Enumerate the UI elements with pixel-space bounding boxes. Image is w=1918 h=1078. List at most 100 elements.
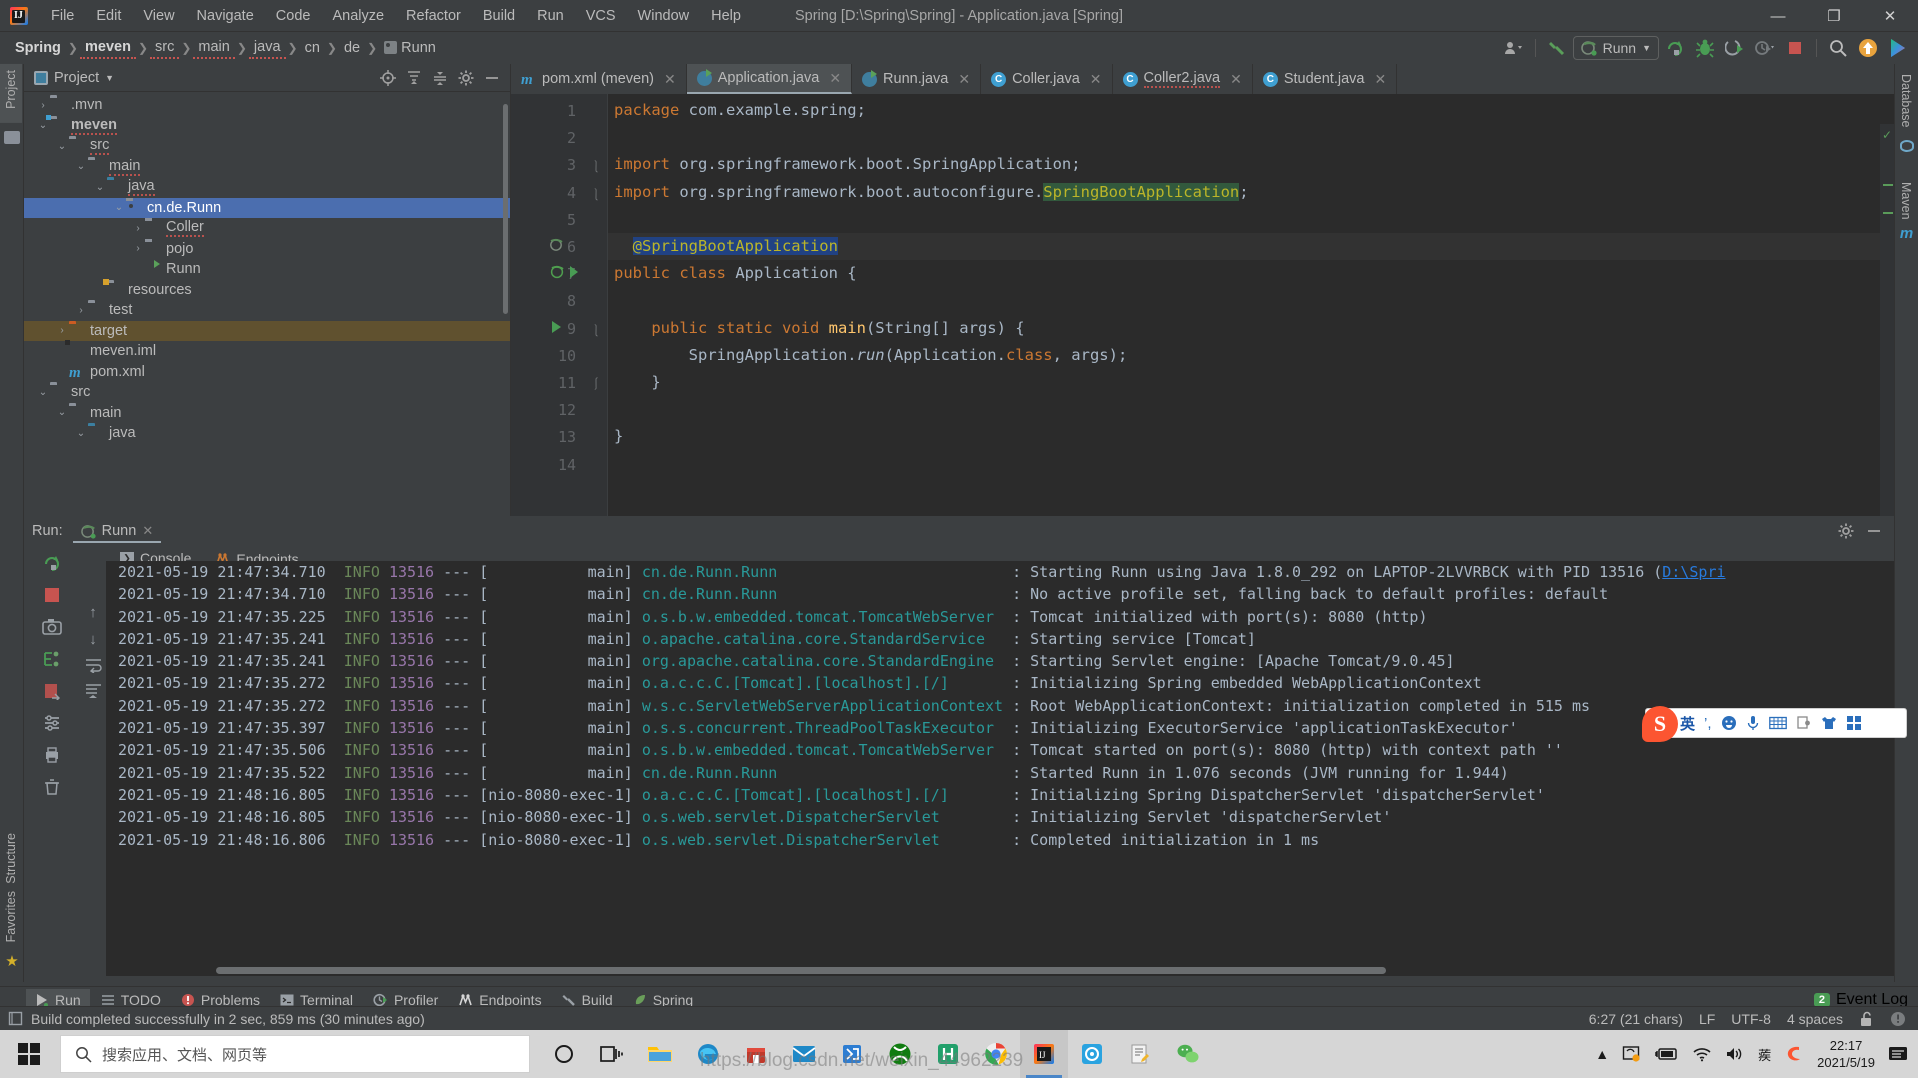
editor-tab-coller2-java[interactable]: CColler2.java✕	[1113, 64, 1253, 94]
chevron-up-icon[interactable]: ▲	[1595, 1046, 1609, 1062]
menu-edit[interactable]: Edit	[85, 4, 132, 28]
profiler-icon[interactable]	[1751, 35, 1779, 61]
tree-node-resources[interactable]: resources	[24, 280, 510, 301]
breadcrumb-item-src[interactable]: src	[150, 37, 179, 59]
menu-build[interactable]: Build	[472, 4, 526, 28]
menu-help[interactable]: Help	[700, 4, 752, 28]
tree-expand-arrow[interactable]: ›	[131, 223, 145, 234]
keyboard-icon[interactable]	[1769, 716, 1787, 730]
menu-file[interactable]: File	[40, 4, 85, 28]
taskbar-search-input[interactable]: 搜索应用、文档、网页等	[60, 1035, 530, 1073]
tree-node-java[interactable]: ⌄java	[24, 423, 510, 444]
editor-tab-application-java[interactable]: Application.java✕	[687, 64, 852, 94]
run-class-gutter-icon[interactable]	[549, 264, 579, 280]
breadcrumb-item-runn[interactable]: Runn	[379, 38, 441, 58]
search-everywhere-icon[interactable]	[1824, 35, 1852, 61]
project-tree[interactable]: ›.mvn⌄meven⌄src⌄main⌄java⌄cn.de.Runn›Col…	[24, 93, 510, 516]
stripe-item-favorites[interactable]: Favorites	[0, 885, 22, 948]
close-icon[interactable]: ✕	[958, 71, 970, 88]
tree-node-main[interactable]: ⌄main	[24, 157, 510, 178]
tree-node-cn-de-runn[interactable]: ⌄cn.de.Runn	[24, 198, 510, 219]
build-hammer-icon[interactable]	[1543, 35, 1571, 61]
maximize-button[interactable]: ❐	[1806, 0, 1862, 32]
breadcrumb-item-project[interactable]: Spring	[10, 38, 66, 58]
tree-expand-arrow[interactable]: ⌄	[36, 387, 50, 398]
huawei-icon[interactable]	[924, 1030, 972, 1078]
run-configuration-selector[interactable]: Runn ▼	[1573, 36, 1659, 60]
menu-view[interactable]: View	[132, 4, 185, 28]
skin-icon[interactable]	[1821, 715, 1837, 731]
fold-region-end[interactable]: ⎰	[590, 375, 602, 392]
tree-expand-arrow[interactable]: ⌄	[74, 428, 88, 439]
code-editor[interactable]: 1234567891011121314 ⎱⎱⎱⎰ package com.exa…	[511, 94, 1894, 516]
tree-node-runn[interactable]: Runn	[24, 259, 510, 280]
scroll-down-icon[interactable]: ↓	[89, 631, 97, 648]
print-icon[interactable]	[38, 742, 66, 768]
code-content[interactable]: package com.example.spring; import org.s…	[608, 94, 1894, 516]
close-icon[interactable]: ✕	[1230, 71, 1242, 88]
wechat-icon[interactable]	[1164, 1030, 1212, 1078]
minimize-button[interactable]: —	[1750, 0, 1806, 32]
close-icon[interactable]: ✕	[1090, 71, 1102, 88]
menu-run[interactable]: Run	[526, 4, 575, 28]
stripe-item-structure[interactable]: Structure	[0, 827, 22, 890]
project-tree-scrollbar[interactable]	[503, 104, 508, 314]
hide-panel-icon[interactable]	[480, 67, 504, 89]
start-button[interactable]	[0, 1030, 58, 1078]
sogou-logo-icon[interactable]: S	[1642, 706, 1678, 742]
line-separator[interactable]: LF	[1699, 1011, 1715, 1027]
tree-node-main[interactable]: ⌄main	[24, 403, 510, 424]
screenshot-icon[interactable]	[1796, 715, 1812, 731]
editor-tab-runn-java[interactable]: Runn.java✕	[852, 64, 981, 94]
camera-icon[interactable]	[38, 614, 66, 640]
emoji-icon[interactable]	[1721, 715, 1737, 731]
sogou-ime-bar[interactable]: S 英 ’,	[1645, 708, 1907, 738]
tree-node-target[interactable]: ›target	[24, 321, 510, 342]
gear-icon[interactable]	[1834, 520, 1858, 542]
onedrive-icon[interactable]	[1622, 1045, 1642, 1063]
settings-icon[interactable]	[38, 710, 66, 736]
scroll-to-end-icon[interactable]	[85, 683, 102, 698]
editor-tab-bar[interactable]: mpom.xml (meven)✕Application.java✕Runn.j…	[511, 64, 1894, 94]
editor-tab-coller-java[interactable]: CColler.java✕	[981, 64, 1112, 94]
close-icon[interactable]: ✕	[664, 71, 676, 88]
scroll-from-source-icon[interactable]	[376, 67, 400, 89]
xbox-icon[interactable]	[876, 1030, 924, 1078]
intellij-icon[interactable]: IJ	[1020, 1030, 1068, 1078]
stop-icon[interactable]	[38, 582, 66, 608]
tree-expand-arrow[interactable]: ›	[36, 100, 50, 111]
menu-refactor[interactable]: Refactor	[395, 4, 472, 28]
office-icon[interactable]	[828, 1030, 876, 1078]
user-dropdown-icon[interactable]	[1500, 35, 1528, 61]
debug-bug-icon[interactable]	[1691, 35, 1719, 61]
tree-expand-arrow[interactable]: ⌄	[55, 407, 69, 418]
stripe-item-maven[interactable]: Maven	[1895, 176, 1917, 226]
sogou-icon[interactable]	[1784, 1044, 1804, 1064]
stripe-item-database[interactable]: Database	[1895, 64, 1917, 134]
fold-region-import[interactable]: ⎱	[590, 186, 602, 203]
menu-code[interactable]: Code	[265, 4, 322, 28]
ime-mode[interactable]: 英	[1680, 713, 1695, 734]
vscode-icon[interactable]	[1068, 1030, 1116, 1078]
fold-region-import[interactable]: ⎱	[590, 158, 602, 175]
status-message[interactable]: Build completed successfully in 2 sec, 8…	[31, 1011, 425, 1027]
thread-dump-icon[interactable]	[38, 646, 66, 672]
tree-node-meven[interactable]: ⌄meven	[24, 116, 510, 137]
menu-bar[interactable]: File Edit View Navigate Code Analyze Ref…	[40, 4, 752, 28]
log-link[interactable]: D:\Spri	[1662, 563, 1725, 581]
gear-icon[interactable]	[454, 67, 478, 89]
battery-icon[interactable]	[1655, 1047, 1679, 1061]
stripe-item-project[interactable]: Project	[0, 64, 22, 123]
collapse-all-icon[interactable]	[428, 67, 452, 89]
scroll-up-icon[interactable]: ↑	[89, 604, 97, 621]
close-button[interactable]: ✕	[1862, 0, 1918, 32]
run-method-gutter-icon[interactable]	[549, 320, 563, 334]
tree-expand-arrow[interactable]: ⌄	[55, 141, 69, 152]
hide-panel-icon[interactable]	[1862, 520, 1886, 542]
indent-setting[interactable]: 4 spaces	[1787, 1011, 1843, 1027]
tree-expand-arrow[interactable]: ⌄	[36, 120, 50, 131]
close-icon[interactable]: ✕	[142, 523, 153, 539]
notification-icon[interactable]	[1888, 1045, 1908, 1063]
apps-icon[interactable]	[1846, 715, 1862, 731]
stop-icon[interactable]	[1781, 35, 1809, 61]
